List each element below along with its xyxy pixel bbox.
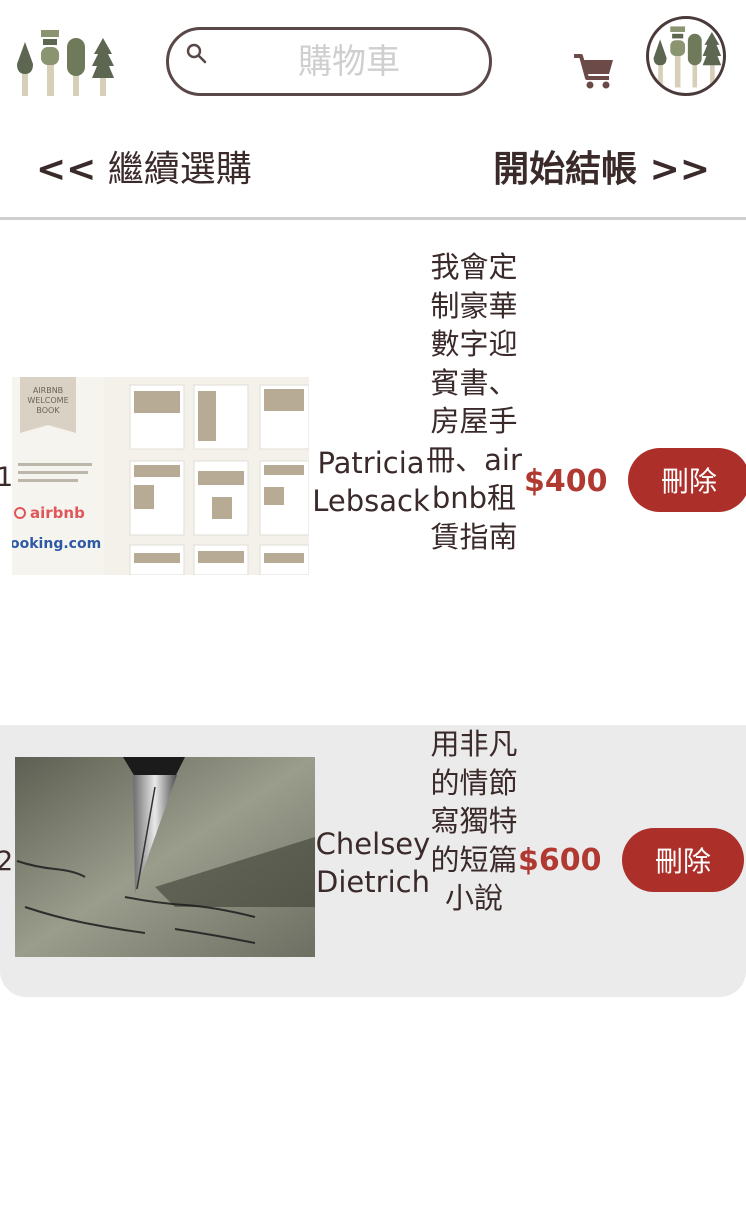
thumb-title-3: BOOK	[36, 406, 60, 415]
logo-trees-icon[interactable]	[14, 22, 118, 100]
item-description: 用非凡的情節寫獨特的短篇小說	[430, 727, 518, 915]
avatar-trees-icon	[653, 26, 722, 88]
search-bar[interactable]	[166, 27, 492, 96]
item-seller: Patricia Lebsack	[312, 446, 430, 518]
welcome-book-image: AIRBNB WELCOME BOOK airbnb ooking.com	[12, 377, 309, 575]
thumb-brand-booking: ooking.com	[12, 536, 101, 552]
delete-button[interactable]: 刪除	[622, 828, 744, 892]
checkout-label: 開始結帳	[493, 149, 638, 190]
cart-item-row: 1 AIRBNB WELCOME BOOK airbnb ooking.com	[0, 220, 746, 725]
item-price: $600	[518, 843, 602, 878]
cart-item-row: 2 Chelsey Dietrich 用非凡的情節寫獨特的短篇小說 $600 刪…	[0, 725, 746, 997]
fountain-pen-image	[15, 757, 315, 957]
continue-shopping-label: 繼續選購	[107, 149, 252, 190]
search-icon	[186, 43, 207, 64]
delete-button[interactable]: 刪除	[628, 448, 746, 512]
checkout-link[interactable]: 開始結帳 >>	[493, 140, 710, 192]
app-header	[0, 0, 746, 120]
item-thumbnail[interactable]	[15, 757, 315, 957]
thumb-title-1: AIRBNB	[33, 386, 63, 395]
item-description: 我會定制豪華數字迎賓書、房屋手冊、airbnb租賃指南	[426, 250, 522, 554]
cart-icon[interactable]	[572, 50, 616, 90]
thumb-title-2: WELCOME	[27, 396, 68, 405]
thumb-brand-airbnb: airbnb	[30, 504, 85, 522]
item-seller: Chelsey Dietrich	[315, 827, 431, 899]
continue-shopping-link[interactable]: << 繼續選購	[36, 140, 252, 192]
cart-nav: << 繼續選購 開始結帳 >>	[0, 120, 746, 218]
back-arrows: <<	[36, 149, 97, 190]
item-price: $400	[524, 464, 608, 499]
item-thumbnail[interactable]: AIRBNB WELCOME BOOK airbnb ooking.com	[12, 377, 309, 575]
search-input[interactable]	[229, 38, 469, 86]
checkout-arrows: >>	[649, 149, 710, 190]
item-index: 2	[0, 846, 14, 877]
avatar[interactable]	[646, 16, 726, 96]
